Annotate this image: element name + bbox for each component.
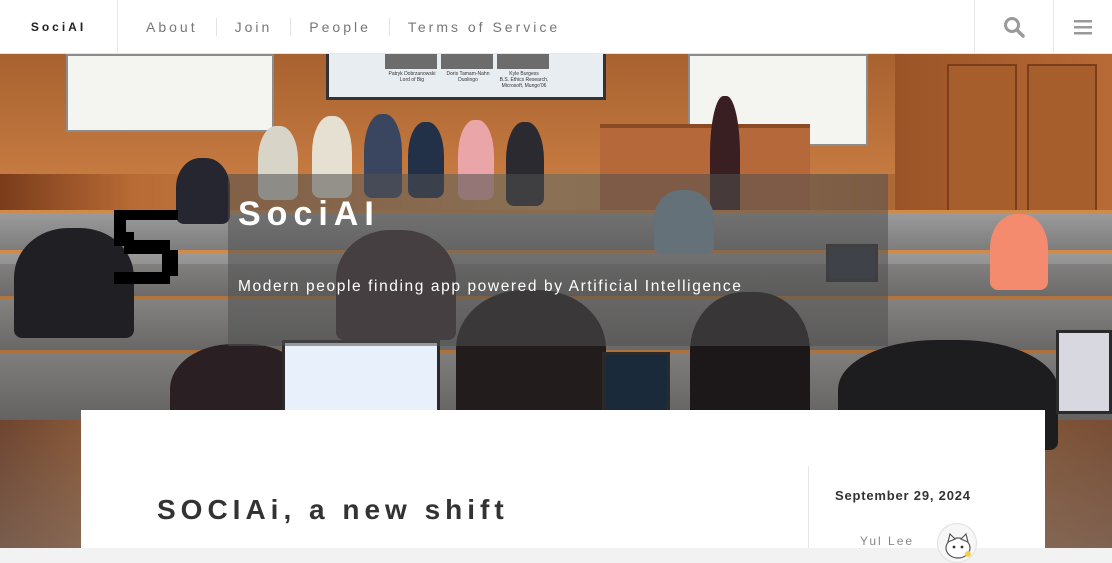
phone: [1056, 330, 1112, 414]
whiteboard-left: [66, 54, 274, 132]
brand-logo-link[interactable]: SociAI: [0, 0, 118, 54]
audience-member: [176, 158, 230, 224]
hero-title: SociAI: [238, 195, 380, 233]
post-meta-sidebar: September 29, 2024 Yul Lee: [808, 466, 1045, 563]
search-icon: [1004, 17, 1025, 38]
main-menu: About Join People Terms of Service: [128, 0, 578, 54]
cat-avatar-icon: [945, 532, 971, 559]
pixel-logo-icon: [114, 210, 178, 284]
nav-item-people[interactable]: People: [290, 18, 389, 36]
avatar[interactable]: [937, 523, 977, 563]
search-button[interactable]: [974, 0, 1053, 54]
post-card: SOCIAi, a new shift September 29, 2024 Y…: [81, 410, 1045, 563]
menu-button[interactable]: [1053, 0, 1112, 54]
laptop: [602, 352, 670, 416]
post-title[interactable]: SOCIAi, a new shift: [157, 494, 509, 526]
hero-subtitle: Modern people finding app powered by Art…: [238, 278, 743, 295]
nav-item-join[interactable]: Join: [215, 18, 291, 36]
screen-caption-3: Kyle Burgess B.S. Ethics Research, Micros…: [499, 71, 549, 89]
nav-item-about[interactable]: About: [128, 18, 216, 36]
hamburger-menu-icon: [1074, 20, 1092, 35]
audience-member: [990, 214, 1048, 290]
projector-screen: Patryk Dobrzanowski Lord of Big Doris Tam…: [326, 54, 606, 100]
post-date: September 29, 2024: [835, 488, 971, 503]
post-author[interactable]: Yul Lee: [860, 534, 914, 548]
nav-item-terms-of-service[interactable]: Terms of Service: [388, 18, 578, 36]
top-navigation: SociAI About Join People Terms of Servic…: [0, 0, 1112, 54]
